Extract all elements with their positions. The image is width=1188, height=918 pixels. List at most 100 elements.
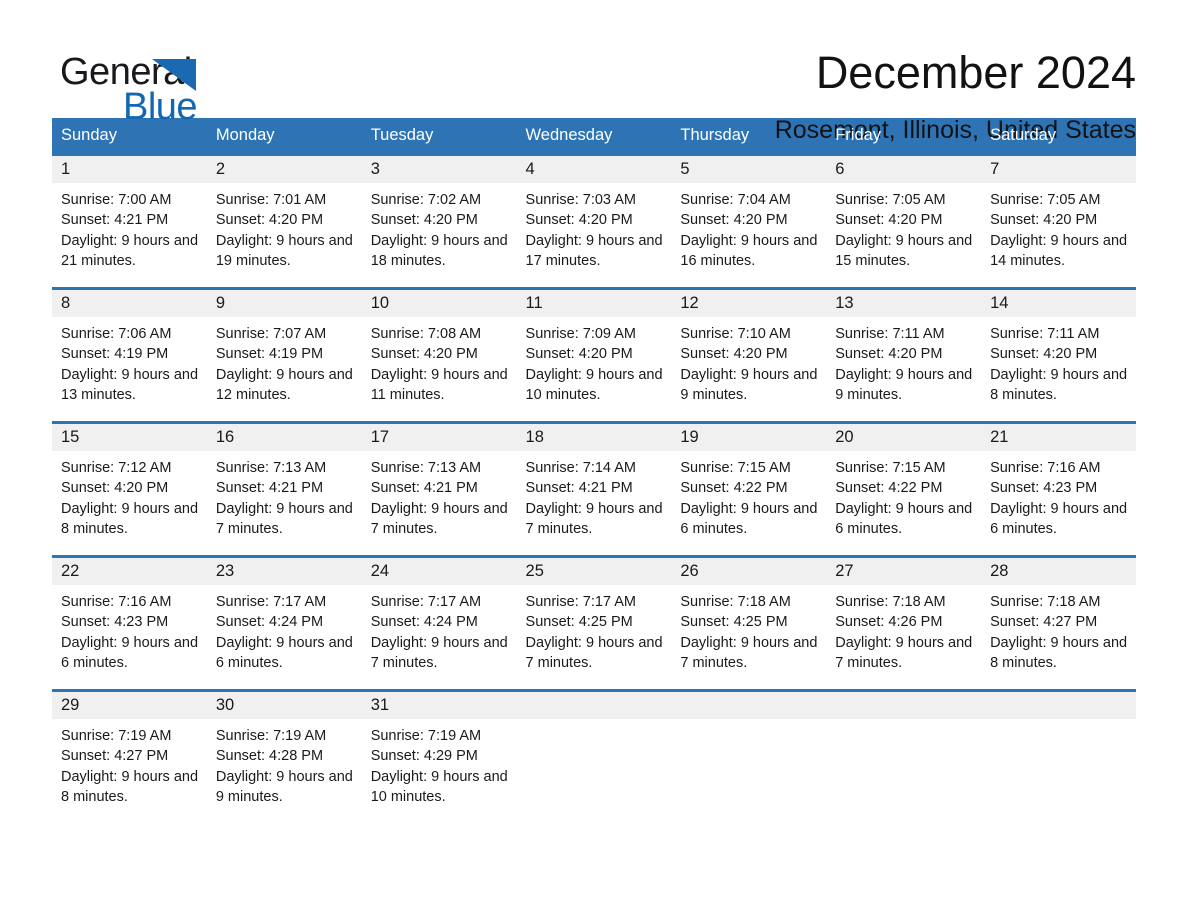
calendar-week-row: 22 Sunrise: 7:16 AM Sunset: 4:23 PM Dayligh… [52,555,1136,691]
calendar-day-cell[interactable]: 10 Sunrise: 7:08 AM Sunset: 4:20 PM Dayligh… [361,287,517,423]
calendar-day-cell[interactable]: 31 Sunrise: 7:19 AM Sunset: 4:29 PM Dayligh… [361,689,517,823]
calendar-week-row: 15 Sunrise: 7:12 AM Sunset: 4:20 PM Dayligh… [52,421,1136,557]
daylight-text: Daylight: 9 hours and 16 minutes. [680,232,818,269]
day-number: 31 [361,692,517,719]
sunset-text: Sunset: 4:23 PM [61,614,169,631]
daylight-text: Daylight: 9 hours and 12 minutes. [215,366,353,403]
sunrise-sunset-calendar-table: Sunday Monday Tuesday Wednesday Thursday… [52,118,1136,823]
day-cell-inner: 1 Sunrise: 7:00 AM Sunset: 4:21 PM Daylight… [52,156,207,287]
sunset-text: Sunset: 4:20 PM [525,346,633,363]
day-cell-details: Sunrise: 7:18 AM Sunset: 4:26 PM Daylight:… [826,585,981,673]
day-cell-inner: 13 Sunrise: 7:11 AM Sunset: 4:20 PM Dayligh… [826,290,982,421]
day-number: 28 [981,558,1136,585]
day-cell-inner: 18 Sunrise: 7:14 AM Sunset: 4:21 PM Dayligh… [516,424,672,555]
calendar-day-cell[interactable]: 14 Sunrise: 7:11 AM Sunset: 4:20 PM Dayligh… [981,287,1136,423]
calendar-day-cell[interactable]: 30 Sunrise: 7:19 AM Sunset: 4:28 PM Dayligh… [206,689,362,823]
calendar-day-cell[interactable]: 27 Sunrise: 7:18 AM Sunset: 4:26 PM Dayligh… [826,555,982,691]
day-cell-details: Sunrise: 7:01 AM Sunset: 4:20 PM Daylight:… [207,183,362,271]
calendar-day-cell[interactable]: 18 Sunrise: 7:14 AM Sunset: 4:21 PM Dayligh… [516,421,672,557]
sunrise-text: Sunrise: 7:18 AM [680,594,791,610]
calendar-day-cell[interactable]: 16 Sunrise: 7:13 AM Sunset: 4:21 PM Dayligh… [206,421,362,557]
calendar-day-cell[interactable]: 12 Sunrise: 7:10 AM Sunset: 4:20 PM Dayligh… [671,287,827,423]
daylight-text: Daylight: 9 hours and 10 minutes. [525,366,663,403]
sunrise-text: Sunrise: 7:01 AM [215,192,327,208]
day-number: 24 [361,558,517,585]
calendar-day-cell[interactable]: 5 Sunrise: 7:04 AM Sunset: 4:20 PM Daylight… [671,153,827,289]
day-cell-details: Sunrise: 7:18 AM Sunset: 4:27 PM Daylight:… [981,585,1136,673]
daylight-text: Daylight: 9 hours and 15 minutes. [835,232,973,269]
calendar-week-row: 29 Sunrise: 7:19 AM Sunset: 4:27 PM Dayligh… [52,689,1136,823]
calendar-day-cell[interactable]: 6 Sunrise: 7:05 AM Sunset: 4:20 PM Daylight… [826,153,982,289]
day-cell-details: Sunrise: 7:19 AM Sunset: 4:27 PM Daylight:… [52,719,207,807]
calendar-day-cell[interactable]: 19 Sunrise: 7:15 AM Sunset: 4:22 PM Dayligh… [671,421,827,557]
day-number: 14 [981,290,1136,317]
sunset-text: Sunset: 4:21 PM [525,480,633,497]
daylight-text: Daylight: 9 hours and 7 minutes. [370,634,508,671]
calendar-day-cell[interactable]: 21 Sunrise: 7:16 AM Sunset: 4:23 PM Dayligh… [981,421,1136,557]
calendar-day-cell[interactable]: 8 Sunrise: 7:06 AM Sunset: 4:19 PM Daylight… [52,287,207,423]
calendar-day-cell[interactable]: 25 Sunrise: 7:17 AM Sunset: 4:25 PM Dayligh… [516,555,672,691]
calendar-day-cell[interactable]: 2 Sunrise: 7:01 AM Sunset: 4:20 PM Daylight… [206,153,362,289]
daylight-text: Daylight: 9 hours and 7 minutes. [525,500,663,537]
calendar-day-cell[interactable]: 23 Sunrise: 7:17 AM Sunset: 4:24 PM Dayligh… [206,555,362,691]
calendar-day-cell[interactable]: 15 Sunrise: 7:12 AM Sunset: 4:20 PM Dayligh… [52,421,207,557]
day-number: 8 [52,290,207,317]
sunset-text: Sunset: 4:21 PM [61,212,169,229]
day-cell-details: Sunrise: 7:12 AM Sunset: 4:20 PM Daylight:… [52,451,207,539]
day-cell-inner: 15 Sunrise: 7:12 AM Sunset: 4:20 PM Dayligh… [52,424,207,555]
calendar-day-cell[interactable]: 1 Sunrise: 7:00 AM Sunset: 4:21 PM Daylight… [52,153,207,289]
day-cell-details: Sunrise: 7:17 AM Sunset: 4:24 PM Daylight:… [207,585,362,673]
sunset-text: Sunset: 4:20 PM [215,212,324,229]
sunrise-text: Sunrise: 7:10 AM [680,326,791,342]
calendar-page: General Blue December 2024 Rosemont, Ill… [0,0,1188,918]
day-number: 10 [361,290,517,317]
day-cell-details: Sunrise: 7:04 AM Sunset: 4:20 PM Daylight:… [671,183,826,271]
calendar-day-cell[interactable]: 26 Sunrise: 7:18 AM Sunset: 4:25 PM Dayligh… [671,555,827,691]
daylight-text: Daylight: 9 hours and 7 minutes. [680,634,818,671]
calendar-day-cell[interactable]: 9 Sunrise: 7:07 AM Sunset: 4:19 PM Daylight… [206,287,362,423]
day-number: 7 [981,156,1136,183]
day-number: 5 [671,156,827,183]
calendar-body: 1 Sunrise: 7:00 AM Sunset: 4:21 PM Daylight… [52,153,1136,823]
calendar-day-cell[interactable]: 17 Sunrise: 7:13 AM Sunset: 4:21 PM Dayligh… [361,421,517,557]
day-cell-details: Sunrise: 7:18 AM Sunset: 4:25 PM Daylight:… [671,585,826,673]
day-cell-details: Sunrise: 7:02 AM Sunset: 4:20 PM Daylight:… [362,183,517,271]
sunset-text: Sunset: 4:20 PM [525,212,633,229]
day-cell-inner: 22 Sunrise: 7:16 AM Sunset: 4:23 PM Dayligh… [52,558,207,689]
calendar-day-cell[interactable]: 7 Sunrise: 7:05 AM Sunset: 4:20 PM Daylight… [981,153,1136,289]
daylight-text: Daylight: 9 hours and 19 minutes. [215,232,353,269]
sunrise-text: Sunrise: 7:19 AM [370,728,482,744]
calendar-day-cell[interactable]: 29 Sunrise: 7:19 AM Sunset: 4:27 PM Dayligh… [52,689,207,823]
sunrise-text: Sunrise: 7:17 AM [370,594,482,610]
day-cell-details: Sunrise: 7:06 AM Sunset: 4:19 PM Daylight:… [52,317,207,405]
day-cell-inner: 17 Sunrise: 7:13 AM Sunset: 4:21 PM Dayligh… [361,424,517,555]
day-cell-details: Sunrise: 7:00 AM Sunset: 4:21 PM Daylight:… [52,183,207,271]
calendar-day-cell[interactable]: 22 Sunrise: 7:16 AM Sunset: 4:23 PM Dayligh… [52,555,207,691]
day-number [981,692,1136,719]
calendar-day-cell[interactable]: 28 Sunrise: 7:18 AM Sunset: 4:27 PM Dayligh… [981,555,1136,691]
calendar-day-cell[interactable]: 3 Sunrise: 7:02 AM Sunset: 4:20 PM Daylight… [361,153,517,289]
sunset-text: Sunset: 4:20 PM [835,212,943,229]
daylight-text: Daylight: 9 hours and 11 minutes. [370,366,508,403]
day-cell-inner: 30 Sunrise: 7:19 AM Sunset: 4:28 PM Dayligh… [206,692,362,823]
day-cell-inner: 19 Sunrise: 7:15 AM Sunset: 4:22 PM Dayligh… [671,424,827,555]
sunrise-text: Sunrise: 7:09 AM [525,326,636,342]
day-number: 17 [361,424,517,451]
sunset-text: Sunset: 4:24 PM [370,614,478,631]
calendar-day-cell[interactable]: 20 Sunrise: 7:15 AM Sunset: 4:22 PM Dayligh… [826,421,982,557]
daylight-text: Daylight: 9 hours and 6 minutes. [215,634,353,671]
day-number: 4 [516,156,672,183]
daylight-text: Daylight: 9 hours and 6 minutes. [835,500,973,537]
sunrise-text: Sunrise: 7:11 AM [835,326,945,342]
calendar-day-cell[interactable]: 24 Sunrise: 7:17 AM Sunset: 4:24 PM Dayligh… [361,555,517,691]
sunset-text: Sunset: 4:27 PM [990,614,1098,631]
day-cell-inner: 24 Sunrise: 7:17 AM Sunset: 4:24 PM Dayligh… [361,558,517,689]
calendar-day-cell[interactable]: 13 Sunrise: 7:11 AM Sunset: 4:20 PM Dayligh… [826,287,982,423]
day-number [826,692,982,719]
calendar-day-cell[interactable]: 4 Sunrise: 7:03 AM Sunset: 4:20 PM Daylight… [516,153,672,289]
calendar-day-cell[interactable]: 11 Sunrise: 7:09 AM Sunset: 4:20 PM Dayligh… [516,287,672,423]
sunset-text: Sunset: 4:20 PM [680,346,788,363]
sunrise-text: Sunrise: 7:02 AM [370,192,482,208]
day-cell-inner: 23 Sunrise: 7:17 AM Sunset: 4:24 PM Dayligh… [206,558,362,689]
sunrise-text: Sunrise: 7:19 AM [61,728,172,744]
